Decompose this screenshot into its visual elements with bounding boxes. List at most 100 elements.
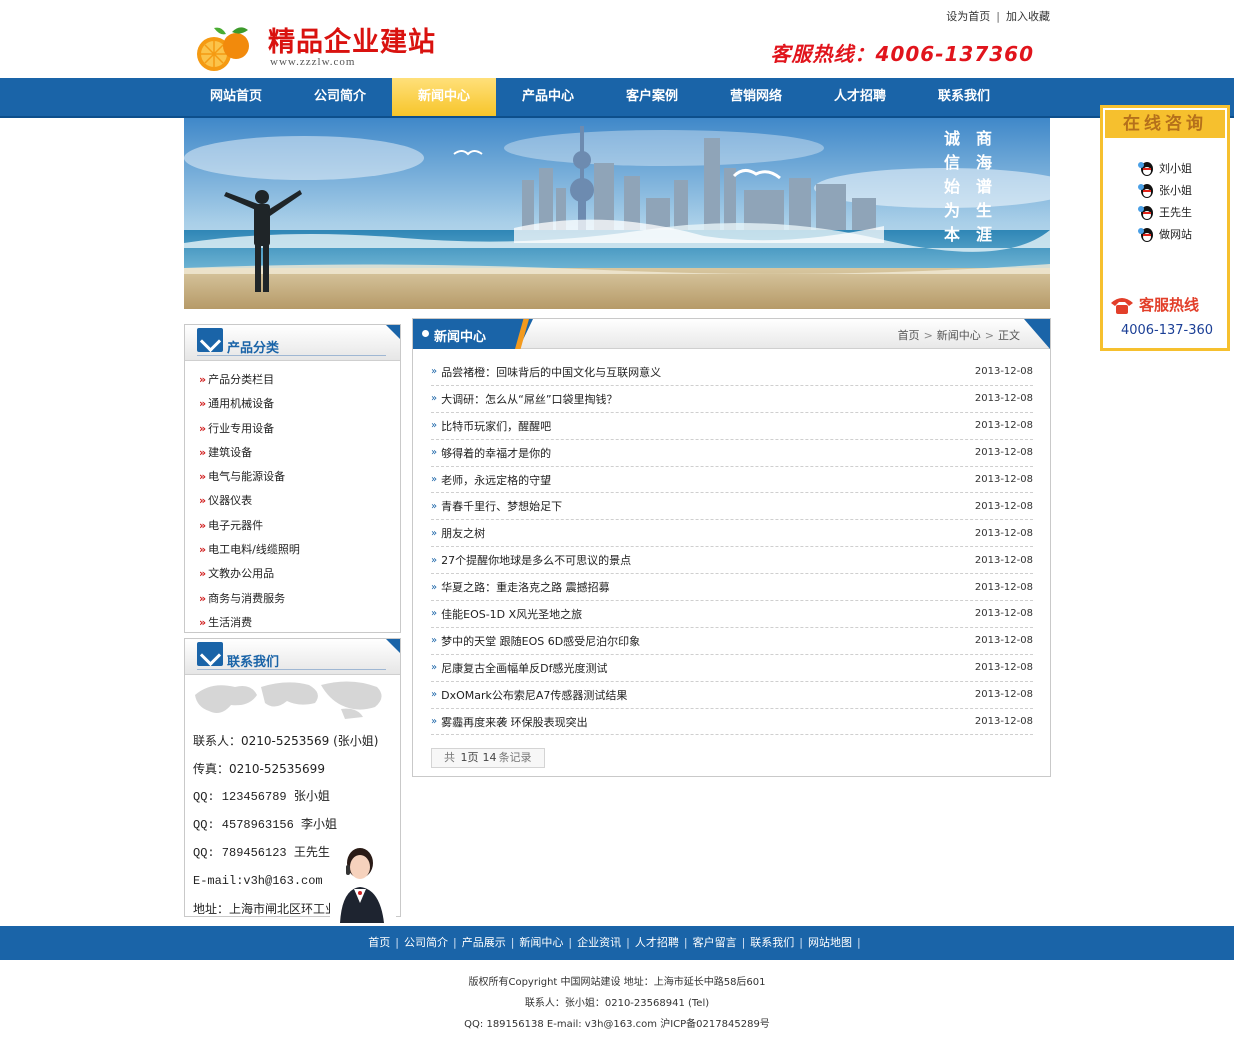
double-chevron-icon: » xyxy=(431,393,437,405)
footer-link-2[interactable]: 产品展示 xyxy=(462,936,506,949)
category-item[interactable]: » 生活消费 xyxy=(199,611,400,635)
category-item[interactable]: » 仪器仪表 xyxy=(199,489,400,513)
category-item[interactable]: » 电子元器件 xyxy=(199,514,400,538)
svg-text:为: 为 xyxy=(944,201,960,220)
breadcrumb-item[interactable]: 正文 xyxy=(998,329,1020,342)
consult-contact-name: 做网站 xyxy=(1159,228,1192,241)
footer-link-6[interactable]: 客户留言 xyxy=(693,936,737,949)
footer-link-5[interactable]: 人才招聘 xyxy=(635,936,679,949)
news-title-link[interactable]: 青春千里行、梦想始足下 xyxy=(441,498,562,514)
double-chevron-icon: » xyxy=(199,543,206,557)
double-chevron-icon: » xyxy=(431,366,437,378)
news-title-link[interactable]: DxOMark公布索尼A7传感器测试结果 xyxy=(441,687,627,703)
category-label: 电气与能源设备 xyxy=(208,470,286,484)
news-row: » 尼康复古全画幅单反Df感光度测试 2013-12-08 xyxy=(431,655,1033,682)
footer-nav: 首页 | 公司简介 | 产品展示 | 新闻中心 | 企业资讯 | 人才招聘 | 客户留言 | 联系我们 | 网站… xyxy=(0,926,1234,960)
news-row-left: » 比特币玩家们，醒醒吧 xyxy=(431,418,551,434)
category-item[interactable]: » 商务与消费服务 xyxy=(199,587,400,611)
footer-link-separator: | xyxy=(568,936,573,949)
category-item[interactable]: » 行业专用设备 xyxy=(199,417,400,441)
double-chevron-icon: » xyxy=(431,474,437,485)
nav-item-3[interactable]: 产品中心 xyxy=(496,78,600,116)
footer-link-7[interactable]: 联系我们 xyxy=(750,936,794,949)
svg-text:诚: 诚 xyxy=(944,129,960,148)
site-logo[interactable]: 精品企业建站 www.zzzlw.com xyxy=(190,16,440,72)
breadcrumb: 首页 > 新闻中心 > 正文 xyxy=(898,327,1020,343)
news-title-link[interactable]: 比特币玩家们，醒醒吧 xyxy=(441,418,551,434)
news-title-link[interactable]: 尼康复古全画幅单反Df感光度测试 xyxy=(441,660,607,676)
top-links: 设为首页 | 加入收藏 xyxy=(946,8,1050,24)
double-chevron-icon: » xyxy=(199,518,206,532)
phone-icon xyxy=(1111,297,1133,314)
nav-item-1[interactable]: 公司简介 xyxy=(288,78,392,116)
qq-icon xyxy=(1138,162,1153,176)
footer-link-3[interactable]: 新闻中心 xyxy=(519,936,563,949)
footer-link-separator: | xyxy=(510,936,515,949)
consult-contact-2[interactable]: 王先生 xyxy=(1137,202,1227,224)
news-title-link[interactable]: 佳能EOS-1D X风光圣地之旅 xyxy=(441,606,582,622)
category-item[interactable]: » 建筑设备 xyxy=(199,441,400,465)
news-title-link[interactable]: 品尝褚橙：回味背后的中国文化与互联网意义 xyxy=(441,364,661,380)
news-date: 2013-12-08 xyxy=(974,474,1033,485)
copyright-line-2: QQ: 189156138 E-mail: v3h@163.com 沪ICP备0… xyxy=(464,1019,770,1030)
consult-contact-3[interactable]: 做网站 xyxy=(1137,224,1227,246)
footer-link-0[interactable]: 首页 xyxy=(368,936,390,949)
svg-text:本: 本 xyxy=(944,225,960,244)
news-title-link[interactable]: 梦中的天堂 跟随EOS 6D感受尼泊尔印象 xyxy=(441,633,640,649)
footer-link-separator: | xyxy=(452,936,457,949)
news-date: 2013-12-08 xyxy=(974,635,1033,647)
nav-item-0[interactable]: 网站首页 xyxy=(184,78,288,116)
add-favorite-link[interactable]: 加入收藏 xyxy=(1006,10,1050,23)
consult-contact-name: 刘小姐 xyxy=(1159,162,1192,175)
double-chevron-icon: » xyxy=(199,373,206,386)
category-item[interactable]: » 文教办公用品 xyxy=(199,562,400,586)
contact-title: 联系我们 xyxy=(227,655,280,670)
header-underline xyxy=(197,669,386,670)
nav-item-7[interactable]: 联系我们 xyxy=(912,78,1016,116)
consult-contact-1[interactable]: 张小姐 xyxy=(1137,180,1227,202)
main-nav: 网站首页 公司简介 新闻中心 产品中心 客户案例 营销网络 人才招聘 联系我们 xyxy=(184,78,1016,116)
banner-image: 诚信始为本 商海谱生涯 xyxy=(184,118,1050,309)
header-corner xyxy=(1024,319,1050,349)
nav-item-6[interactable]: 人才招聘 xyxy=(808,78,912,116)
world-map-image xyxy=(195,681,382,719)
svg-text:谱: 谱 xyxy=(976,177,992,196)
svg-text:信: 信 xyxy=(944,153,960,172)
set-home-link[interactable]: 设为首页 xyxy=(946,10,990,23)
contact-body: 联系人：0210-5253569 (张小姐) 传真：0210-52535699 QQ… xyxy=(185,675,400,923)
news-title-link[interactable]: 大调研：怎么从“屌丝”口袋里掏钱？ xyxy=(441,391,617,407)
copyright-block: 版权所有Copyright 中国网站建设 地址：上海市延长中路58后601 联系人… xyxy=(0,972,1234,1035)
double-chevron-icon: » xyxy=(431,581,437,593)
news-row-left: » 佳能EOS-1D X风光圣地之旅 xyxy=(431,606,582,622)
nav-item-2[interactable]: 新闻中心 xyxy=(392,78,496,116)
footer-link-1[interactable]: 公司简介 xyxy=(404,936,448,949)
copyright-line-0: 版权所有Copyright 中国网站建设 地址：上海市延长中路58后601 xyxy=(468,977,766,988)
news-title-link[interactable]: 朋友之树 xyxy=(441,525,485,541)
consult-contact-0[interactable]: 刘小姐 xyxy=(1137,158,1227,180)
nav-item-5[interactable]: 营销网络 xyxy=(704,78,808,116)
news-title-link[interactable]: 27个提醒你地球是多么不可思议的景点 xyxy=(441,552,631,568)
category-item[interactable]: » 通用机械设备 xyxy=(199,392,400,416)
category-label: 电子元器件 xyxy=(208,518,264,532)
category-item[interactable]: » 产品分类栏目 xyxy=(199,368,400,392)
double-chevron-icon: » xyxy=(431,554,437,566)
double-chevron-icon: » xyxy=(431,689,437,701)
breadcrumb-item[interactable]: 首页 xyxy=(898,329,920,342)
news-title-link[interactable]: 华夏之路：重走洛克之路 震撼招募 xyxy=(441,579,610,595)
news-title-link[interactable]: 老师，永远定格的守望 xyxy=(441,472,551,488)
online-consult-widget: 在线咨询 刘小姐 张小姐 王先生 做网站 客服热线 4006-137-360 xyxy=(1100,105,1230,351)
category-item[interactable]: » 电气与能源设备 xyxy=(199,465,400,489)
nav-item-4[interactable]: 客户案例 xyxy=(600,78,704,116)
footer-link-8[interactable]: 网站地图 xyxy=(808,936,852,949)
category-label: 仪器仪表 xyxy=(208,494,253,508)
category-item[interactable]: » 电工电料/线缆照明 xyxy=(199,538,400,562)
news-title-link[interactable]: 够得着的幸福才是你的 xyxy=(441,445,551,461)
double-chevron-icon: » xyxy=(199,445,206,459)
contact-line-2: QQ: 123456789 张小姐 xyxy=(193,790,330,804)
double-chevron-icon: » xyxy=(199,470,206,484)
section-badge-icon xyxy=(197,642,223,666)
news-title-link[interactable]: 雾霾再度来袭 环保股表现突出 xyxy=(441,714,588,730)
footer-link-4[interactable]: 企业资讯 xyxy=(577,936,621,949)
breadcrumb-item[interactable]: 新闻中心 xyxy=(937,329,981,342)
footer-link-separator: | xyxy=(799,936,804,949)
